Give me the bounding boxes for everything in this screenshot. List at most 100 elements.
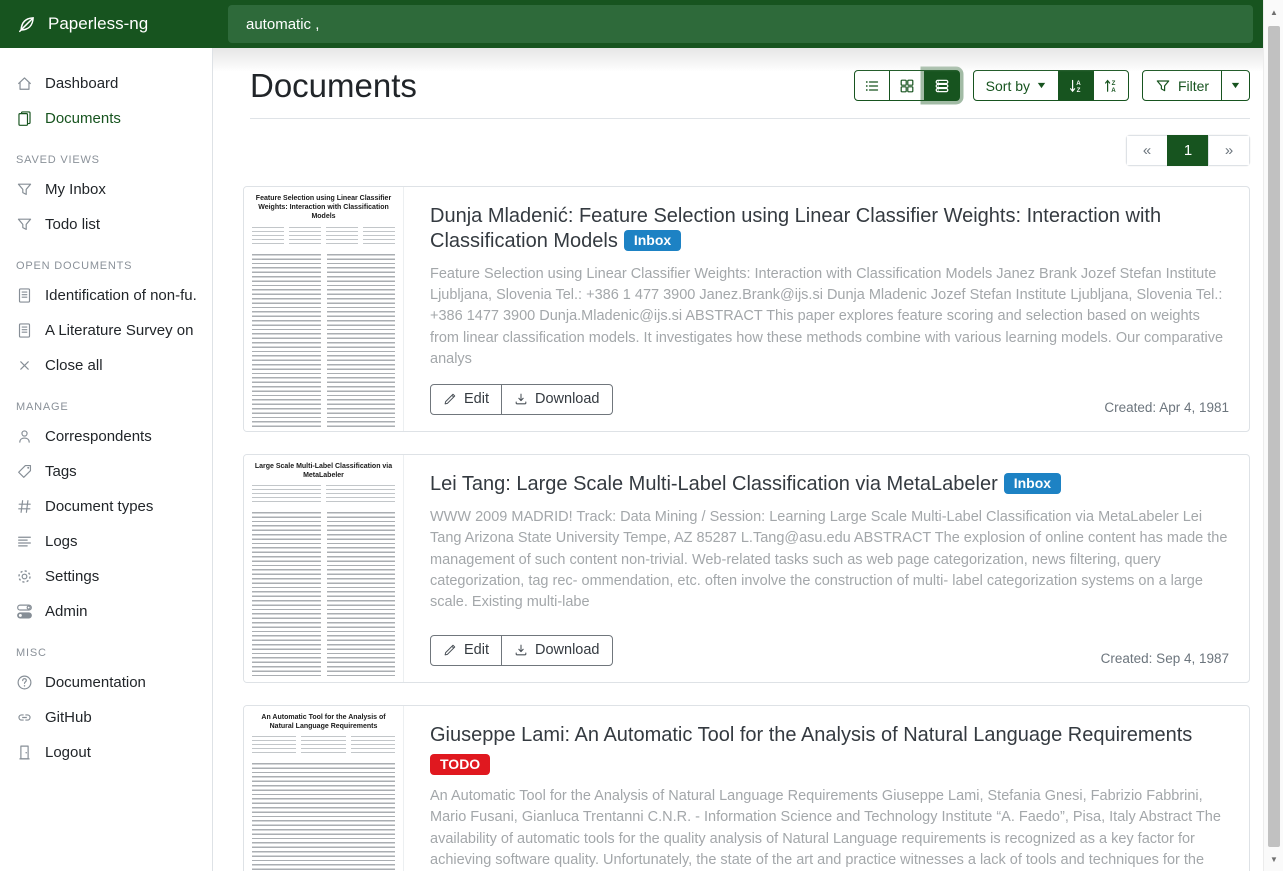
funnel-icon — [16, 216, 33, 233]
toggles-icon — [16, 603, 33, 620]
sidebar-item-admin[interactable]: Admin — [0, 594, 212, 629]
sidebar-item-label: My Inbox — [45, 181, 106, 198]
document-excerpt: WWW 2009 MADRID! Track: Data Mining / Se… — [430, 507, 1229, 613]
document-card: Large Scale Multi-Label Classification v… — [243, 454, 1250, 683]
thumbnail-body-lines — [252, 512, 395, 678]
document-thumbnail[interactable]: An Automatic Tool for the Analysis of Na… — [244, 706, 404, 871]
app-root: Paperless-ng Dashboard Documents SAVED V… — [0, 0, 1283, 871]
thumbnail-body-lines — [252, 254, 395, 427]
caret-down-icon: ▼ — [1035, 81, 1047, 90]
sidebar-item-label: Logout — [45, 744, 91, 761]
sidebar-item-label: Settings — [45, 568, 99, 585]
created-date: Created: Sep 4, 1987 — [1101, 651, 1229, 666]
download-button[interactable]: Download — [501, 384, 613, 415]
sidebar-item-label: Logs — [45, 533, 78, 550]
view-grid-button[interactable] — [889, 70, 925, 101]
sidebar-item-settings[interactable]: Settings — [0, 559, 212, 594]
sidebar-item-documentation[interactable]: Documentation — [0, 665, 212, 700]
document-thumbnail[interactable]: Feature Selection using Linear Classifie… — [244, 187, 404, 431]
sidebar-item-close-all[interactable]: Close all — [0, 348, 212, 383]
tag-badge-inbox[interactable]: Inbox — [624, 230, 681, 251]
download-button[interactable]: Download — [501, 635, 613, 666]
pagination-prev-button[interactable]: « — [1126, 135, 1168, 166]
edit-label: Edit — [464, 391, 489, 407]
sidebar-item-label: Correspondents — [45, 428, 152, 445]
file-text-icon — [16, 322, 33, 339]
document-card: An Automatic Tool for the Analysis of Na… — [243, 705, 1250, 871]
sidebar-item-todo-list[interactable]: Todo list — [0, 207, 212, 242]
sidebar-item-label: Dashboard — [45, 75, 118, 92]
scrollbar-thumb[interactable] — [1268, 26, 1280, 847]
svg-text:A: A — [1076, 80, 1081, 87]
document-title[interactable]: Giuseppe Lami: An Automatic Tool for the… — [430, 723, 1229, 775]
edit-button[interactable]: Edit — [430, 384, 502, 415]
svg-text:Z: Z — [1112, 80, 1116, 87]
documents-toolbar: Sort by ▼ AZ ZA — [854, 70, 1250, 104]
view-list-button[interactable] — [854, 70, 890, 101]
thumbnail-authors — [252, 736, 395, 756]
pencil-icon — [443, 392, 457, 406]
sidebar-item-open-doc-1[interactable]: Identification of non-fu... — [0, 278, 212, 313]
sidebar-item-logs[interactable]: Logs — [0, 524, 212, 559]
scrollbar-up-arrow[interactable]: ▲ — [1264, 4, 1283, 20]
app-logo[interactable]: Paperless-ng — [0, 14, 213, 34]
document-title[interactable]: Dunja Mladenić: Feature Selection using … — [430, 204, 1229, 253]
sort-group: Sort by ▼ AZ ZA — [973, 70, 1129, 101]
sidebar-item-tags[interactable]: Tags — [0, 454, 212, 489]
detail-view-icon — [934, 78, 950, 94]
document-title-text: Lei Tang: Large Scale Multi-Label Classi… — [430, 473, 998, 495]
sidebar-item-document-types[interactable]: Document types — [0, 489, 212, 524]
top-header: Paperless-ng — [0, 0, 1263, 48]
caret-down-icon: ▼ — [1229, 81, 1241, 90]
sort-direction-desc-button[interactable]: AZ — [1058, 70, 1094, 101]
sidebar-item-dashboard[interactable]: Dashboard — [0, 66, 212, 101]
sidebar-section-open-documents: OPEN DOCUMENTS — [0, 242, 212, 278]
house-icon — [16, 75, 33, 92]
view-detail-button[interactable] — [924, 70, 960, 101]
funnel-icon — [16, 181, 33, 198]
person-icon — [16, 428, 33, 445]
sidebar-section-saved-views: SAVED VIEWS — [0, 136, 212, 172]
sort-by-dropdown[interactable]: Sort by ▼ — [973, 70, 1059, 101]
leaf-logo-icon — [17, 14, 37, 34]
gear-icon — [16, 568, 33, 585]
tag-badge-todo[interactable]: TODO — [430, 754, 490, 775]
page-scrollbar[interactable]: ▲ ▼ — [1263, 0, 1283, 871]
download-label: Download — [535, 642, 600, 658]
tag-icon — [16, 463, 33, 480]
sidebar-item-my-inbox[interactable]: My Inbox — [0, 172, 212, 207]
heading-divider — [250, 118, 1250, 119]
sort-alpha-up-icon: ZA — [1103, 78, 1119, 94]
sidebar-item-documents[interactable]: Documents — [0, 101, 212, 136]
thumbnail-body-lines — [252, 763, 395, 871]
sidebar-section-misc: MISC — [0, 629, 212, 665]
sidebar-item-open-doc-2[interactable]: A Literature Survey on ... — [0, 313, 212, 348]
sidebar-item-label: GitHub — [45, 709, 92, 726]
tag-badge-inbox[interactable]: Inbox — [1004, 473, 1061, 494]
sidebar-section-manage: MANAGE — [0, 383, 212, 419]
sidebar-item-correspondents[interactable]: Correspondents — [0, 419, 212, 454]
funnel-icon — [1155, 78, 1171, 94]
filter-caret-button[interactable]: ▼ — [1221, 70, 1250, 101]
edit-button[interactable]: Edit — [430, 635, 502, 666]
sort-alpha-down-icon: AZ — [1068, 78, 1084, 94]
filter-button[interactable]: Filter — [1142, 70, 1222, 101]
filter-label: Filter — [1178, 78, 1209, 94]
documents-icon — [16, 110, 33, 127]
sidebar-item-logout[interactable]: Logout — [0, 735, 212, 770]
pagination-next-button[interactable]: » — [1208, 135, 1250, 166]
document-excerpt: An Automatic Tool for the Analysis of Na… — [430, 786, 1229, 871]
document-card: Feature Selection using Linear Classifie… — [243, 186, 1250, 432]
search-input[interactable] — [228, 5, 1253, 43]
sidebar-item-github[interactable]: GitHub — [0, 700, 212, 735]
document-thumbnail[interactable]: Large Scale Multi-Label Classification v… — [244, 455, 404, 682]
scrollbar-down-arrow[interactable]: ▼ — [1264, 851, 1283, 867]
grid-view-icon — [899, 78, 915, 94]
document-list: Feature Selection using Linear Classifie… — [243, 186, 1250, 871]
card-actions: Edit Download — [430, 384, 613, 415]
card-actions: Edit Download — [430, 635, 613, 666]
pagination-page-1-button[interactable]: 1 — [1167, 135, 1209, 166]
sort-direction-asc-button[interactable]: ZA — [1093, 70, 1129, 101]
svg-text:A: A — [1111, 87, 1116, 94]
document-title[interactable]: Lei Tang: Large Scale Multi-Label Classi… — [430, 472, 1229, 496]
